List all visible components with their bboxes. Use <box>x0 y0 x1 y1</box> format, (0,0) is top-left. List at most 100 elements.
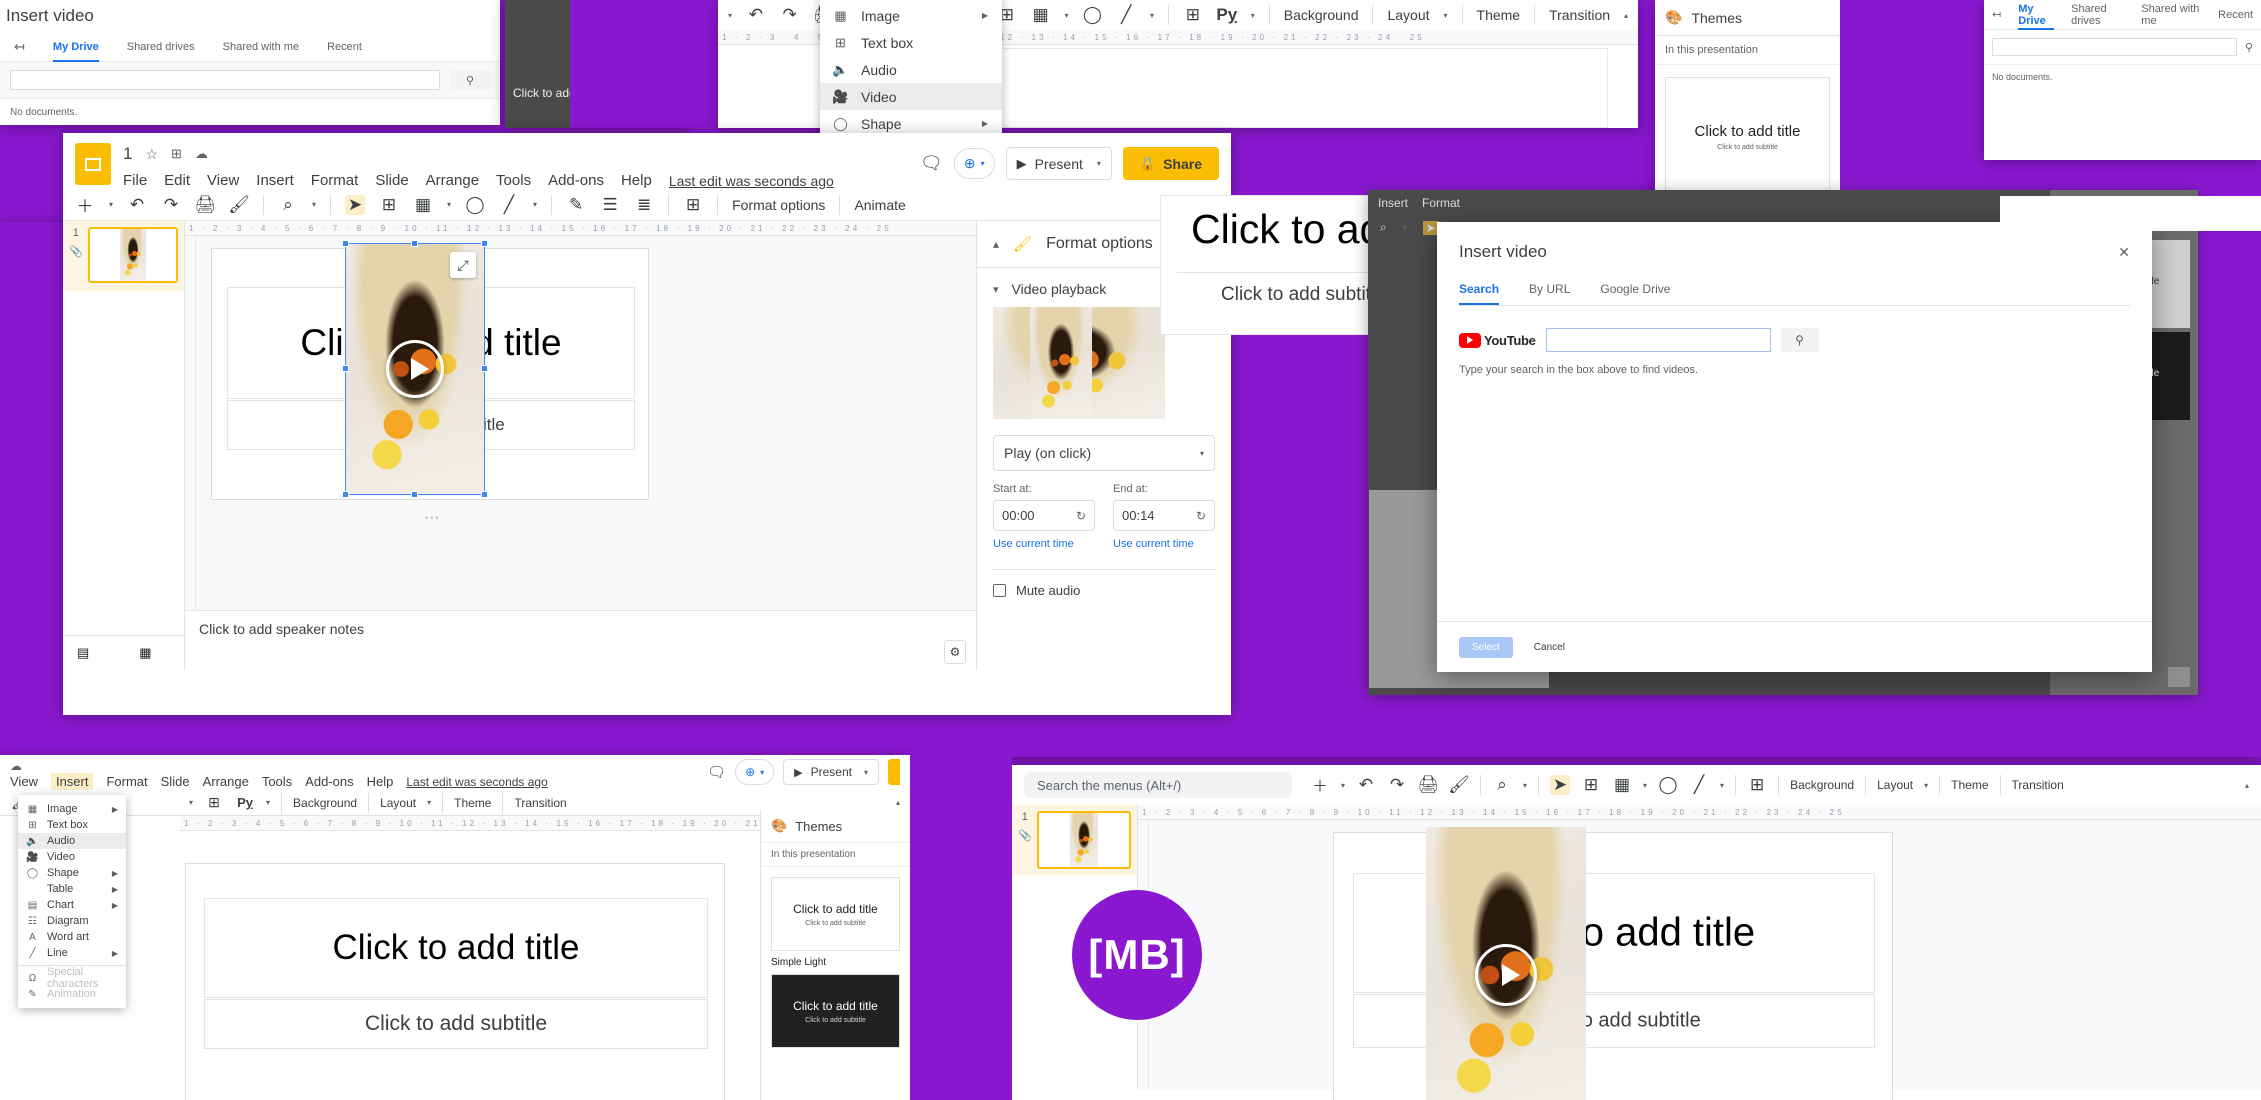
menu-insert[interactable]: Insert <box>256 172 294 189</box>
redo-icon[interactable]: ↷ <box>780 5 800 25</box>
present-button[interactable]: ▶ Present ▾ <box>783 759 879 785</box>
mute-audio-checkbox[interactable]: Mute audio <box>993 583 1215 598</box>
menu-view[interactable]: View <box>10 774 38 789</box>
drive-search-input[interactable] <box>10 70 440 90</box>
add-slide-button[interactable]: ⊕ ▾ <box>735 759 775 785</box>
menu-item-image[interactable]: ▦ Image ▶ <box>18 801 126 817</box>
menu-item-text-box[interactable]: ⊞ Text box <box>18 817 126 833</box>
grid-view-icon[interactable]: ▦ <box>139 645 151 661</box>
menu-item-audio[interactable]: 🔈 Audio <box>820 56 1002 83</box>
resize-handle-ne[interactable] <box>481 240 488 247</box>
toolbar-layout-button[interactable]: Layout <box>380 796 416 810</box>
layout-chevron-icon[interactable]: ▾ <box>427 798 431 807</box>
resize-handle-s[interactable] <box>411 491 418 498</box>
toolbar-background-button[interactable]: Background <box>293 796 357 810</box>
line-chevron-icon[interactable]: ▾ <box>1150 11 1154 20</box>
reset-end-icon[interactable]: ↻ <box>1196 509 1206 523</box>
tab-search[interactable]: Search <box>1459 282 1500 305</box>
slide-canvas-bottom-left[interactable]: Click to add title Click to add subtitle <box>185 863 725 1100</box>
menu-item-word-art[interactable]: A Word art <box>18 929 126 945</box>
transition-chevron-icon[interactable]: ▾ <box>266 798 270 807</box>
comment-history-icon[interactable]: 🗨 <box>920 153 943 174</box>
menu-slide[interactable]: Slide <box>161 774 190 789</box>
drive-tab-recent[interactable]: Recent <box>2218 0 2253 30</box>
image-tool-icon[interactable]: ▦ <box>413 195 433 215</box>
select-chevron-icon[interactable]: ▾ <box>1200 449 1204 458</box>
menu-item-video[interactable]: 🎥 Video <box>820 83 1002 110</box>
menu-add-ons[interactable]: Add-ons <box>305 774 353 789</box>
toolbar-layout-button[interactable]: Layout <box>1387 7 1429 23</box>
select-tool-icon[interactable]: ➤ <box>345 194 366 215</box>
toolbar-theme-button[interactable]: Theme <box>1477 7 1521 23</box>
menu-tools[interactable]: Tools <box>496 172 531 189</box>
line-spacing-icon[interactable]: ≣ <box>634 195 654 215</box>
zoom-chevron-icon[interactable]: ▾ <box>1523 781 1527 790</box>
last-edit-status[interactable]: Last edit was seconds ago <box>669 173 834 189</box>
select-button[interactable]: Select <box>1459 637 1513 658</box>
insert-comment-icon[interactable]: ⊞ <box>683 195 703 215</box>
youtube-search-input[interactable] <box>1545 328 1771 352</box>
resize-handle-e[interactable] <box>481 365 488 372</box>
present-chevron-icon[interactable]: ▾ <box>1097 159 1101 168</box>
layout-chevron-icon[interactable]: ▾ <box>1924 781 1928 790</box>
resize-handle-se[interactable] <box>481 491 488 498</box>
print-icon[interactable]: 🖨 <box>1417 775 1439 795</box>
last-edit-status[interactable]: Last edit was seconds ago <box>406 775 547 789</box>
paint-format-icon[interactable]: 🖌 <box>1448 775 1470 795</box>
menu-item-table[interactable]: Table ▶ <box>18 881 126 897</box>
line-chevron-icon[interactable]: ▾ <box>1720 781 1724 790</box>
menu-format[interactable]: Format <box>106 774 147 789</box>
reset-start-icon[interactable]: ↻ <box>1076 509 1086 523</box>
comment-history-icon[interactable]: 🗨 <box>707 763 726 781</box>
toolbar-background-button[interactable]: Background <box>1284 7 1359 23</box>
paint-format-icon[interactable]: 🖌 <box>228 195 250 215</box>
tab-google-drive[interactable]: Google Drive <box>1600 282 1670 305</box>
textbox-tool-icon[interactable]: ⊞ <box>379 195 399 215</box>
collapse-toolbar-icon[interactable]: ▴ <box>2245 781 2249 790</box>
image-tool-icon[interactable]: ▦ <box>1612 775 1632 795</box>
collapse-panel-icon[interactable]: ▴ <box>993 237 999 251</box>
drive-search-icon[interactable]: ⚲ <box>2245 41 2253 54</box>
resize-handle-w[interactable] <box>342 365 349 372</box>
checkbox-icon[interactable] <box>993 584 1006 597</box>
menu-insert[interactable]: Insert <box>50 773 94 790</box>
redo-icon[interactable]: ↷ <box>1387 775 1407 795</box>
new-slide-icon[interactable]: ＋ <box>75 195 95 216</box>
drive-tab-shared-drives[interactable]: Shared drives <box>127 32 195 62</box>
format-options-button[interactable]: Format options <box>732 197 825 213</box>
redo-icon[interactable]: ↷ <box>161 195 181 215</box>
transition-tool-icon[interactable]: Pỵ <box>235 793 255 813</box>
toolbar-theme-button[interactable]: Theme <box>1951 778 1988 792</box>
image-chevron-icon[interactable]: ▾ <box>1065 11 1069 20</box>
insert-dropdown-bottom[interactable]: ▦ Image ▶ ⊞ Text box 🔈 Audio 🎥 Video ◯ S… <box>18 795 126 1008</box>
chevron-down-icon[interactable]: ▾ <box>728 11 732 20</box>
menu-help[interactable]: Help <box>621 172 652 189</box>
inserted-video[interactable] <box>1426 827 1586 1100</box>
undo-icon[interactable]: ↶ <box>127 195 147 215</box>
collapse-toolbar-icon[interactable]: ▴ <box>1624 11 1628 20</box>
toolbar-layout-button[interactable]: Layout <box>1877 778 1913 792</box>
filmstrip-view-icon[interactable]: ▤ <box>77 645 89 661</box>
menu-item-chart[interactable]: ▤ Chart ▶ <box>18 897 126 913</box>
use-current-time-end[interactable]: Use current time <box>1113 538 1215 550</box>
new-slide-chevron-icon[interactable]: ▾ <box>1341 781 1345 790</box>
animate-button[interactable]: Animate <box>854 197 905 213</box>
resize-handle-n[interactable] <box>411 240 418 247</box>
transition-tool-icon[interactable]: Pỵ <box>1216 5 1237 25</box>
star-icon[interactable]: ☆ <box>145 146 158 163</box>
line-chevron-icon[interactable]: ▾ <box>533 200 537 209</box>
start-at-input[interactable]: 00:00 ↻ <box>993 500 1095 531</box>
menu-item-line[interactable]: ╱ Line ▶ <box>18 945 126 961</box>
undo-icon[interactable]: ↶ <box>746 5 766 25</box>
subtitle-placeholder[interactable]: Click to add subtitle <box>204 999 708 1049</box>
add-slide-chevron-icon[interactable]: ▾ <box>760 768 764 777</box>
slide-thumbnail[interactable] <box>87 227 178 283</box>
play-button-overlay[interactable] <box>1475 944 1537 1006</box>
new-slide-icon[interactable]: ＋ <box>1310 775 1330 795</box>
line-tool-icon[interactable]: ╱ <box>499 195 519 215</box>
shape-tool-icon[interactable]: ◯ <box>465 195 485 215</box>
menu-item-video[interactable]: 🎥 Video <box>18 849 126 865</box>
toolbar-background-button[interactable]: Background <box>1790 778 1854 792</box>
image-chevron-icon[interactable]: ▾ <box>447 200 451 209</box>
drive-tab-shared-with-me[interactable]: Shared with me <box>223 32 299 62</box>
